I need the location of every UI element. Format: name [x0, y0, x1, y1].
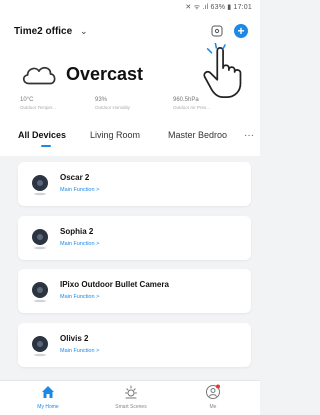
stat-humidity: 93% Outdoor Humidity [95, 97, 165, 110]
stat-label: Outdoor Air Pres... [173, 105, 211, 110]
stat-value: 93% [95, 97, 108, 103]
camera-icon [32, 282, 48, 303]
nav-smart-scenes[interactable]: Smart Scenes [96, 384, 166, 410]
sun-icon [125, 385, 137, 399]
scan-icon[interactable] [211, 25, 223, 37]
status-bar: ✕ ᯤ .ıl 63% ▮ 17:01 [0, 0, 260, 16]
active-tab-indicator [41, 145, 51, 147]
device-name: Olivis 2 [60, 334, 89, 343]
camera-icon [32, 336, 48, 357]
nav-label: Me [209, 404, 217, 410]
room-tabs: All Devices Living Room Master Bedroo [0, 130, 260, 150]
tab-master-bedroom[interactable]: Master Bedroo [168, 130, 227, 140]
device-card[interactable]: IPixo Outdoor Bullet Camera Main Functio… [18, 269, 251, 313]
device-card[interactable]: Olivis 2 Main Function > [18, 323, 251, 367]
nav-my-home[interactable]: My Home [13, 384, 83, 410]
nav-me[interactable]: Me [178, 384, 248, 410]
user-icon [206, 384, 220, 399]
camera-icon [32, 175, 48, 196]
add-device-button[interactable]: + [234, 24, 248, 38]
device-name: Oscar 2 [60, 173, 90, 182]
device-card[interactable]: Sophia 2 Main Function > [18, 216, 251, 260]
home-selector[interactable]: Time2 office [14, 26, 72, 37]
stat-label: Outdoor Temper... [20, 105, 56, 110]
main-function-link[interactable]: Main Function > [60, 294, 99, 300]
device-card[interactable]: Oscar 2 Main Function > [18, 162, 251, 206]
pointing-hand-icon [203, 43, 242, 99]
more-tabs-button[interactable]: ··· [244, 130, 254, 141]
bottom-nav: My Home Smart Scenes Me [0, 380, 260, 415]
main-function-link[interactable]: Main Function > [60, 187, 99, 193]
main-function-link[interactable]: Main Function > [60, 348, 99, 354]
status-text: ✕ ᯤ .ıl 63% ▮ 17:01 [185, 4, 252, 11]
tab-living-room[interactable]: Living Room [90, 130, 140, 140]
cloud-icon [22, 66, 56, 85]
stat-value: 10°C [20, 97, 34, 103]
main-function-link[interactable]: Main Function > [60, 241, 99, 247]
nav-label: Smart Scenes [115, 404, 147, 410]
weather-condition: Overcast [66, 64, 144, 84]
stat-label: Outdoor Humidity [95, 105, 131, 110]
device-name: IPixo Outdoor Bullet Camera [60, 280, 169, 289]
stat-air-pressure: 960.5hPa Outdoor Air Pres... [173, 97, 243, 110]
nav-label: My Home [37, 404, 59, 410]
camera-icon [32, 229, 48, 250]
device-name: Sophia 2 [60, 227, 94, 236]
tab-all-devices[interactable]: All Devices [18, 130, 66, 140]
stat-temperature: 10°C Outdoor Temper... [20, 97, 90, 110]
home-icon [42, 386, 54, 398]
stat-value: 960.5hPa [173, 97, 199, 103]
chevron-down-icon[interactable]: ⌄ [80, 26, 88, 37]
